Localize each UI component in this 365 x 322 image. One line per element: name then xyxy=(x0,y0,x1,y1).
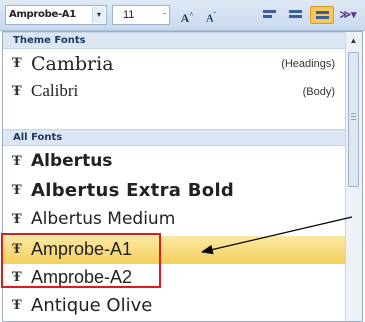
annotation-arrow xyxy=(200,216,353,255)
